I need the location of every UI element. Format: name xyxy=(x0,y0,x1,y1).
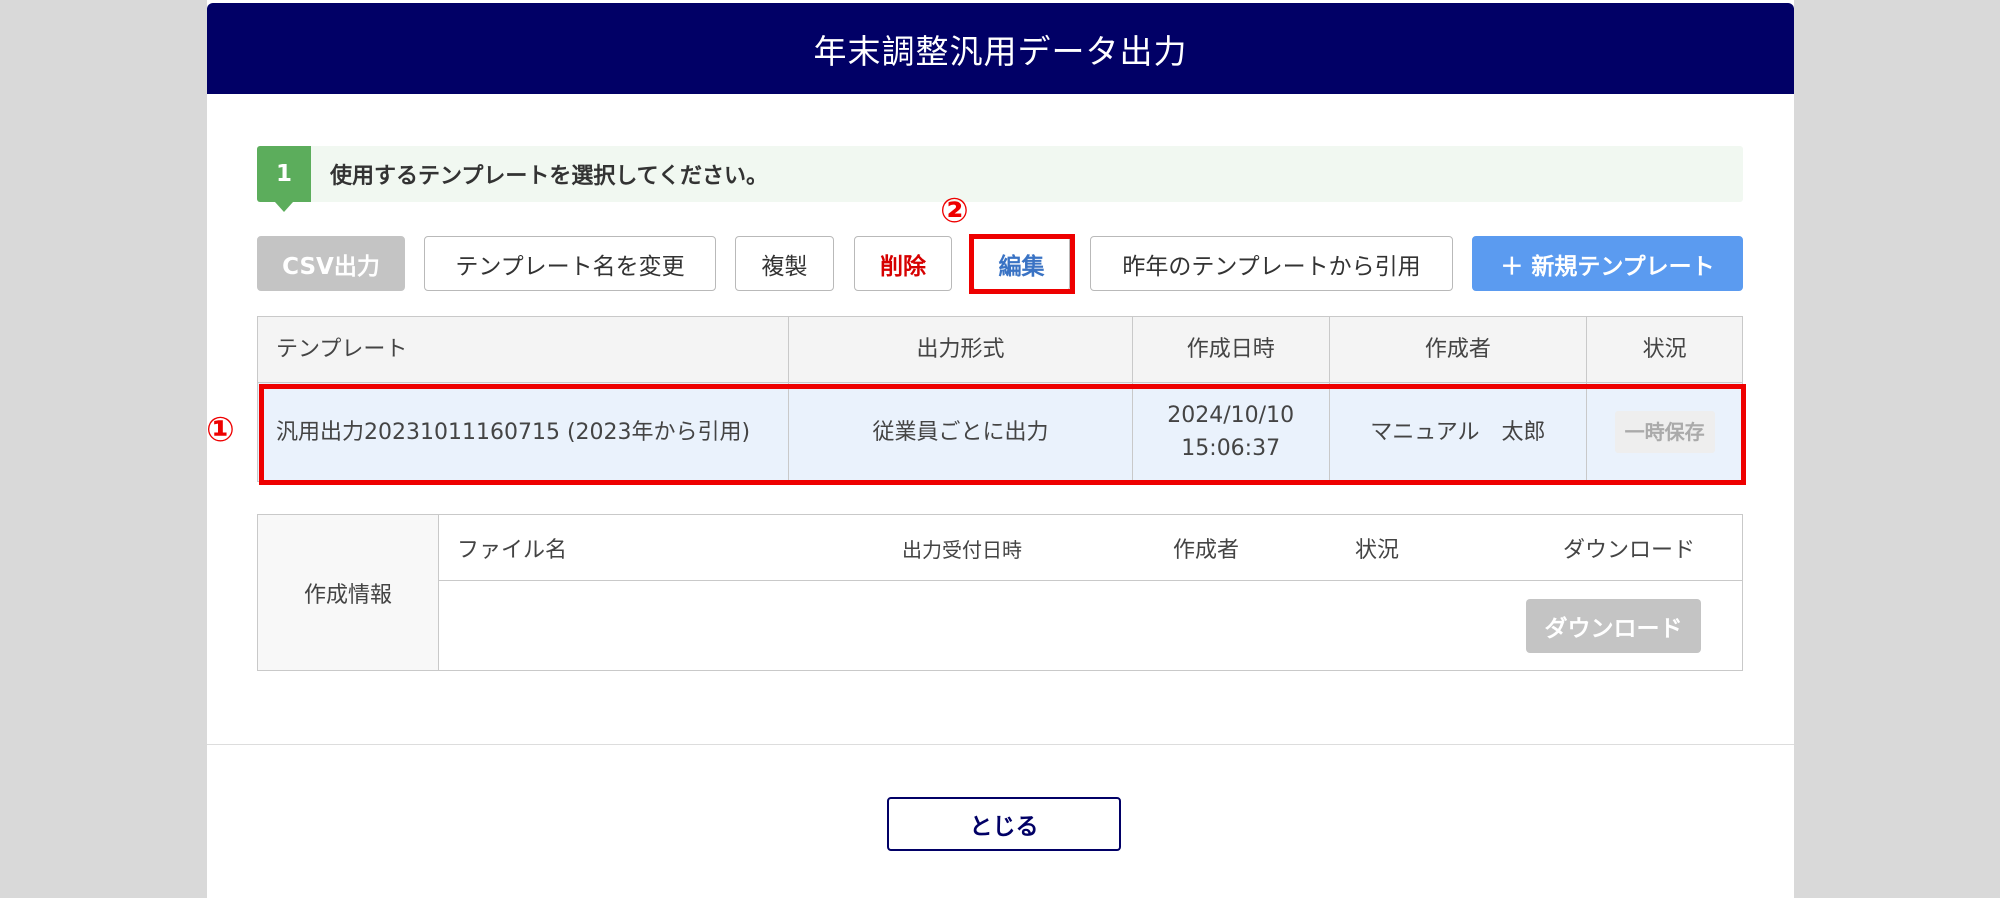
column-header-status: 状況 xyxy=(1642,337,1687,362)
step-text: 使用するテンプレートを選択してください。 xyxy=(330,164,769,189)
annotation-marker-1: ① xyxy=(206,410,235,450)
copy-template-button[interactable]: 複製 xyxy=(735,236,834,291)
footer-divider xyxy=(207,744,1794,745)
column-header-format: 出力形式 xyxy=(789,317,1133,382)
column-header-received-at: 出力受付日時 xyxy=(902,537,1022,562)
creation-info-panel: 作成情報 ファイル名 出力受付日時 作成者 状況 ダウンロード ダウンロード xyxy=(257,514,1743,671)
export-dialog: 年末調整汎用データ出力 1 使用するテンプレートを選択してください。 CSV出力… xyxy=(206,0,1794,898)
edit-button-highlight xyxy=(969,234,1075,294)
selected-row-highlight xyxy=(259,384,1746,485)
new-template-button[interactable]: ＋ 新規テンプレート xyxy=(1472,236,1743,291)
column-header-created-at: 作成日時 xyxy=(1133,317,1330,382)
download-button[interactable]: ダウンロード xyxy=(1526,599,1701,653)
creation-info-body: ファイル名 出力受付日時 作成者 状況 ダウンロード ダウンロード xyxy=(439,515,1742,670)
template-table-header: テンプレート 出力形式 作成日時 作成者 状況 xyxy=(258,317,1742,383)
column-header-info-status: 状況 xyxy=(1355,538,1400,563)
column-header-info-author: 作成者 xyxy=(1173,538,1240,563)
column-header-template: テンプレート xyxy=(258,317,790,382)
column-header-download: ダウンロード xyxy=(1563,538,1696,563)
step-instruction: 1 使用するテンプレートを選択してください。 xyxy=(257,146,1743,212)
column-header-file-name: ファイル名 xyxy=(457,538,568,563)
creation-info-header: ファイル名 出力受付日時 作成者 状況 ダウンロード xyxy=(439,515,1742,581)
close-button[interactable]: とじる xyxy=(887,797,1121,851)
step-number: 1 xyxy=(257,146,311,212)
dialog-title: 年末調整汎用データ出力 xyxy=(207,3,1794,94)
csv-export-button[interactable]: CSV出力 xyxy=(257,236,405,291)
cite-last-year-button[interactable]: 昨年のテンプレートから引用 xyxy=(1090,236,1453,291)
annotation-marker-2: ② xyxy=(940,191,969,231)
rename-template-button[interactable]: テンプレート名を変更 xyxy=(424,236,716,291)
creation-info-label: 作成情報 xyxy=(258,515,439,670)
delete-template-button[interactable]: 削除 xyxy=(854,236,952,291)
column-header-author: 作成者 xyxy=(1330,317,1588,382)
